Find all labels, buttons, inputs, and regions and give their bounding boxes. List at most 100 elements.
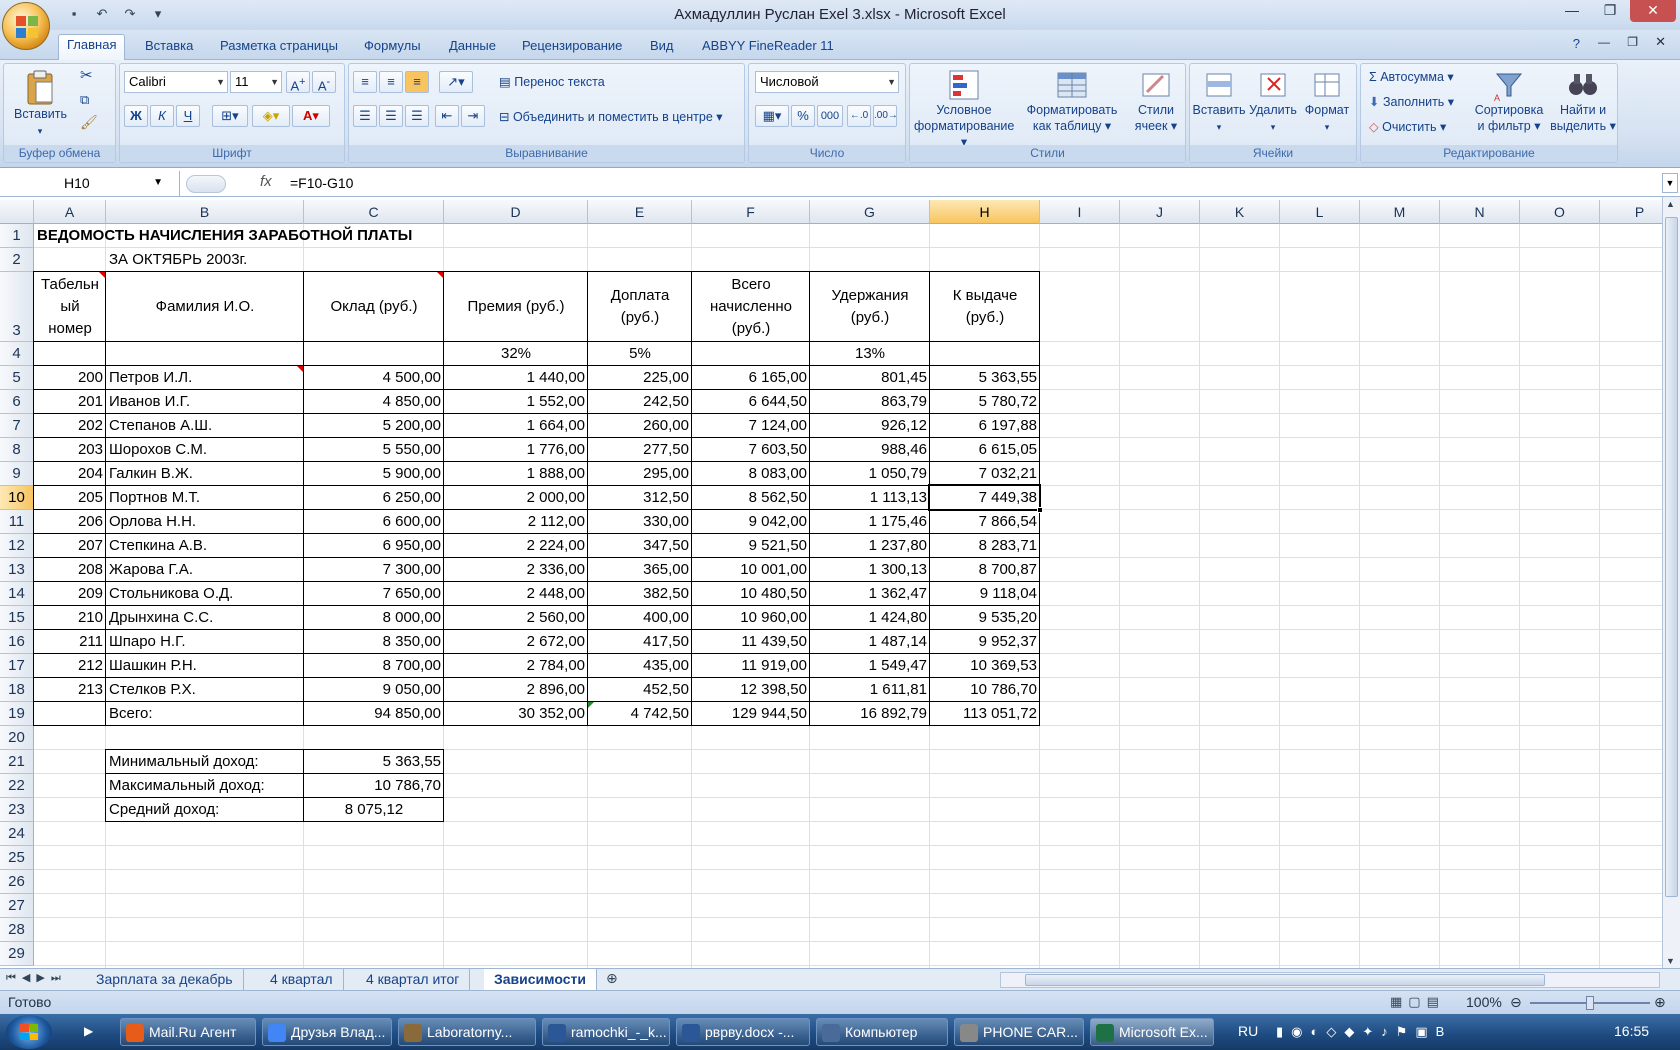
tab-review[interactable]: Рецензирование: [514, 36, 630, 60]
row-header-27[interactable]: 27: [0, 894, 34, 918]
table-cell-g6[interactable]: 863,79: [810, 390, 930, 414]
table-cell-f6[interactable]: 6 644,50: [692, 390, 810, 414]
table-cell-e16[interactable]: 417,50: [588, 630, 692, 654]
table-cell-e14[interactable]: 382,50: [588, 582, 692, 606]
tray-icons[interactable]: ▮◉◐◇◆✦♪⚑▣B: [1276, 1024, 1452, 1040]
table-cell-b5[interactable]: Петров И.Л.: [106, 366, 304, 390]
horizontal-scrollbar[interactable]: [1000, 972, 1660, 988]
table-cell-a7[interactable]: 202: [34, 414, 106, 438]
table-cell-d16[interactable]: 2 672,00: [444, 630, 588, 654]
table-cell-d12[interactable]: 2 224,00: [444, 534, 588, 558]
table-cell-d18[interactable]: 2 896,00: [444, 678, 588, 702]
row-header-18[interactable]: 18: [0, 678, 34, 702]
name-box[interactable]: H10 ▼: [0, 171, 180, 196]
tab-home[interactable]: Главная: [58, 34, 126, 61]
table-cell-a14[interactable]: 209: [34, 582, 106, 606]
table-cell-g5[interactable]: 801,45: [810, 366, 930, 390]
row-header-7[interactable]: 7: [0, 414, 34, 438]
table-cell-d14[interactable]: 2 448,00: [444, 582, 588, 606]
table-cell-a5[interactable]: 200: [34, 366, 106, 390]
column-header-e[interactable]: E: [588, 200, 692, 224]
table-cell-g9[interactable]: 1 050,79: [810, 462, 930, 486]
table-cell-a12[interactable]: 207: [34, 534, 106, 558]
insert-function-button[interactable]: fx: [260, 173, 272, 190]
tab-data[interactable]: Данные: [441, 36, 504, 60]
row-header-3[interactable]: 3: [0, 272, 34, 342]
zoom-level[interactable]: 100%: [1466, 994, 1502, 1010]
table-cell-e9[interactable]: 295,00: [588, 462, 692, 486]
table-cell-f12[interactable]: 9 521,50: [692, 534, 810, 558]
doc-restore-icon[interactable]: ❐: [1627, 35, 1638, 49]
header-c[interactable]: Оклад (руб.): [304, 272, 444, 342]
table-cell-e17[interactable]: 435,00: [588, 654, 692, 678]
table-cell-d8[interactable]: 1 776,00: [444, 438, 588, 462]
table-cell-c10[interactable]: 6 250,00: [304, 486, 444, 510]
column-header-j[interactable]: J: [1120, 200, 1200, 224]
table-cell-d13[interactable]: 2 336,00: [444, 558, 588, 582]
table-cell-c15[interactable]: 8 000,00: [304, 606, 444, 630]
view-buttons[interactable]: ▦▢▤: [1390, 994, 1445, 1010]
rate-deduction[interactable]: 13%: [810, 342, 930, 366]
row-header-25[interactable]: 25: [0, 846, 34, 870]
column-header-a[interactable]: A: [34, 200, 106, 224]
header-g[interactable]: Удержания (руб.): [810, 272, 930, 342]
table-cell-g10[interactable]: 1 113,13: [810, 486, 930, 510]
table-cell-e10[interactable]: 312,50: [588, 486, 692, 510]
zoom-out-icon[interactable]: ⊖: [1510, 994, 1522, 1011]
table-cell-g18[interactable]: 1 611,81: [810, 678, 930, 702]
currency-icon[interactable]: ▦▾: [755, 105, 789, 127]
doc-minimize-icon[interactable]: —: [1598, 35, 1610, 49]
table-cell-b6[interactable]: Иванов И.Г.: [106, 390, 304, 414]
tab-view[interactable]: Вид: [642, 36, 682, 60]
table-cell-c14[interactable]: 7 650,00: [304, 582, 444, 606]
row-header-14[interactable]: 14: [0, 582, 34, 606]
row-header-9[interactable]: 9: [0, 462, 34, 486]
row-header-29[interactable]: 29: [0, 942, 34, 966]
column-header-i[interactable]: I: [1040, 200, 1120, 224]
row-header-10[interactable]: 10: [0, 486, 34, 510]
table-cell-d5[interactable]: 1 440,00: [444, 366, 588, 390]
total-cell-h[interactable]: 113 051,72: [930, 702, 1040, 726]
row-header-22[interactable]: 22: [0, 774, 34, 798]
rate-bonus[interactable]: 5%: [588, 342, 692, 366]
copy-icon[interactable]: ⧉: [80, 92, 89, 108]
bold-button[interactable]: Ж: [124, 105, 148, 127]
table-cell-a10[interactable]: 205: [34, 486, 106, 510]
fill-handle[interactable]: [1037, 507, 1043, 513]
header-h[interactable]: К выдаче (руб.): [930, 272, 1040, 342]
column-header-l[interactable]: L: [1280, 200, 1360, 224]
row-header-2[interactable]: 2: [0, 248, 34, 272]
table-cell-c6[interactable]: 4 850,00: [304, 390, 444, 414]
sheet-tab-december[interactable]: Зарплата за декабрь: [86, 969, 244, 990]
table-cell-g13[interactable]: 1 300,13: [810, 558, 930, 582]
taskbar-item[interactable]: Mail.Ru Агент: [120, 1018, 256, 1046]
taskbar-item[interactable]: Друзья Влад...: [262, 1018, 392, 1046]
sheet-tab-q4-total[interactable]: 4 квартал итог: [356, 969, 471, 990]
total-cell-g[interactable]: 16 892,79: [810, 702, 930, 726]
column-header-n[interactable]: N: [1440, 200, 1520, 224]
table-cell-h5[interactable]: 5 363,55: [930, 366, 1040, 390]
table-cell-h11[interactable]: 7 866,54: [930, 510, 1040, 534]
table-cell-c9[interactable]: 5 900,00: [304, 462, 444, 486]
row-header-11[interactable]: 11: [0, 510, 34, 534]
tab-formulas[interactable]: Формулы: [356, 36, 429, 60]
table-cell-e8[interactable]: 277,50: [588, 438, 692, 462]
row-header-26[interactable]: 26: [0, 870, 34, 894]
column-header-f[interactable]: F: [692, 200, 810, 224]
table-cell-d11[interactable]: 2 112,00: [444, 510, 588, 534]
table-cell-c8[interactable]: 5 550,00: [304, 438, 444, 462]
table-cell-c5[interactable]: 4 500,00: [304, 366, 444, 390]
zoom-slider-thumb[interactable]: [1586, 996, 1594, 1010]
table-cell-h18[interactable]: 10 786,70: [930, 678, 1040, 702]
taskbar-item[interactable]: Laboratorny...: [398, 1018, 536, 1046]
table-cell-g15[interactable]: 1 424,80: [810, 606, 930, 630]
worksheet-grid[interactable]: A B C D E F G H I J K L M N O P 1 2 3 4 5 6 7 8 9 10 11 12 13 14 15 16 1…: [0, 200, 1662, 968]
undo-icon[interactable]: ↶: [92, 5, 112, 23]
language-indicator[interactable]: RU: [1238, 1023, 1258, 1039]
table-cell-c18[interactable]: 9 050,00: [304, 678, 444, 702]
expand-formula-icon[interactable]: ▼: [1662, 173, 1678, 193]
table-cell-e13[interactable]: 365,00: [588, 558, 692, 582]
table-cell-g17[interactable]: 1 549,47: [810, 654, 930, 678]
table-cell-c7[interactable]: 5 200,00: [304, 414, 444, 438]
table-cell-b18[interactable]: Стелков Р.Х.: [106, 678, 304, 702]
